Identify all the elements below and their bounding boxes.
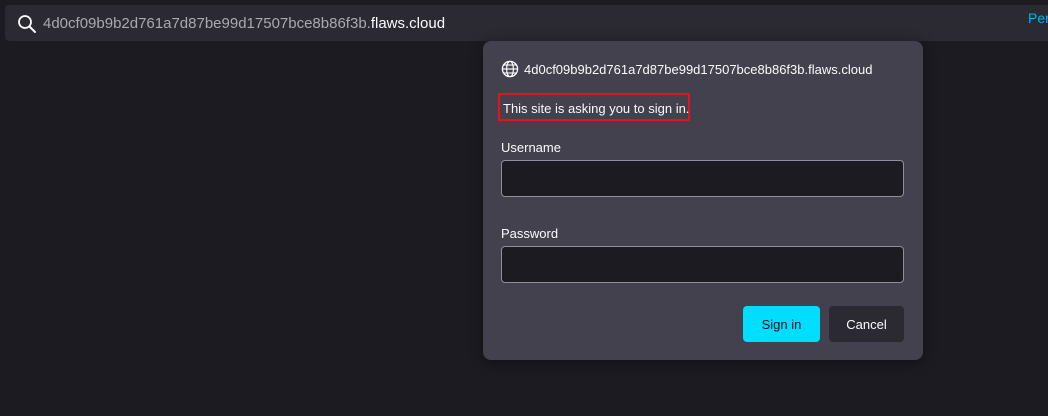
cancel-button[interactable]: Cancel — [829, 306, 904, 342]
dialog-message: This site is asking you to sign in. — [503, 101, 690, 116]
highlight-box: This site is asking you to sign in. — [498, 93, 690, 121]
permissions-link[interactable]: Per — [1028, 10, 1048, 26]
password-label: Password — [501, 226, 559, 241]
globe-icon — [501, 60, 519, 78]
dialog-origin: 4d0cf09b9b2d761a7d87be99d17507bce8b86f3b… — [501, 60, 872, 78]
url-domain: flaws.cloud — [370, 15, 446, 32]
sign-in-button[interactable]: Sign in — [743, 306, 820, 342]
username-field[interactable] — [501, 160, 904, 197]
url-bar[interactable]: 4d0cf09b9b2d761a7d87be99d17507bce8b86f3b… — [5, 5, 1048, 41]
username-label: Username — [501, 140, 561, 155]
browser-toolbar: 4d0cf09b9b2d761a7d87be99d17507bce8b86f3b… — [0, 0, 1048, 47]
search-icon — [18, 15, 36, 33]
url-text[interactable]: 4d0cf09b9b2d761a7d87be99d17507bce8b86f3b… — [43, 15, 445, 33]
url-subdomain: 4d0cf09b9b2d761a7d87be99d17507bce8b86f3b… — [43, 15, 371, 32]
password-field[interactable] — [501, 246, 904, 283]
auth-dialog: 4d0cf09b9b2d761a7d87be99d17507bce8b86f3b… — [483, 41, 923, 360]
dialog-origin-text: 4d0cf09b9b2d761a7d87be99d17507bce8b86f3b… — [524, 61, 873, 77]
permissions-link-label: Per — [1028, 10, 1048, 26]
